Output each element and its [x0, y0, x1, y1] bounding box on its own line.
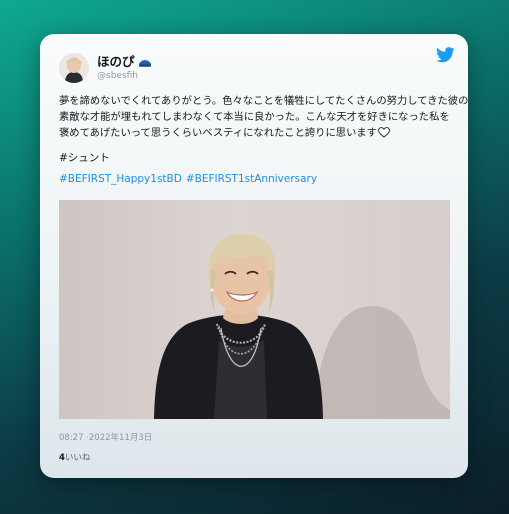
- tag-text: #シュント: [59, 152, 110, 164]
- tweet-text-line: 素敵な才能が埋もれてしまわなくて本当に良かった。こんな天才を好きになった私を: [59, 111, 450, 123]
- avatar[interactable]: [59, 53, 89, 83]
- twitter-bird-icon[interactable]: [436, 47, 455, 63]
- blue-cap-emoji-icon: [138, 57, 152, 71]
- tweet-text: 夢を諦めないでくれてありがとう。色々なことを犠牲にしてたくさんの努力してきた彼の…: [59, 93, 469, 143]
- hashtag-link[interactable]: #BEFIRST1stAnniversary: [186, 173, 317, 185]
- white-heart-icon: [378, 127, 390, 143]
- tweet-timestamp[interactable]: 08:27 ·2022年11月3日: [59, 433, 152, 444]
- tweet-text-line: 夢を諦めないでくれてありがとう。色々なことを犠牲にしてたくさんの努力してきた彼の: [59, 95, 469, 107]
- hashtag-link[interactable]: #BEFIRST_Happy1stBD: [59, 173, 182, 185]
- hashtag-row: #BEFIRST_Happy1stBD #BEFIRST1stAnniversar…: [59, 172, 317, 186]
- tweet-text-line: 褒めてあげたいって思うくらいベスティになれたこと誇りに思います: [59, 127, 377, 139]
- likes-count[interactable]: 4いいね: [59, 453, 90, 464]
- display-name-text: ほのぴ: [97, 54, 135, 69]
- likes-label: いいね: [64, 453, 91, 463]
- display-name[interactable]: ほのぴ: [97, 55, 152, 71]
- tweet-photo[interactable]: [59, 200, 450, 419]
- user-handle[interactable]: @sbesfih: [97, 71, 138, 82]
- tweet-text-line-with-heart: 褒めてあげたいって思うくらいベスティになれたこと誇りに思います: [59, 125, 459, 143]
- tweet-card: ほのぴ @sbesfih 夢を諦めないでくれてありがとう。色々なことを犠牲にして…: [40, 34, 468, 478]
